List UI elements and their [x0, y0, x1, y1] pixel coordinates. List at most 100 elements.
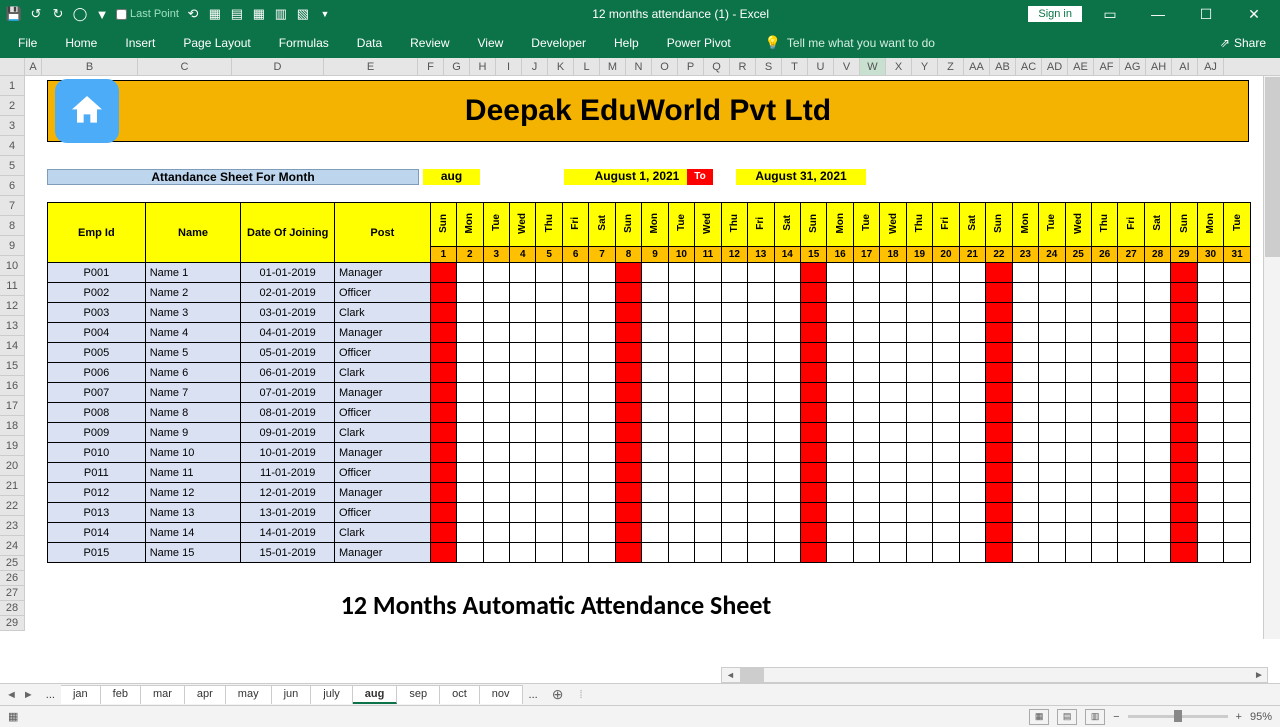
attendance-cell[interactable]: [1065, 423, 1091, 443]
cell-post[interactable]: Clark: [334, 303, 430, 323]
cell-name[interactable]: Name 13: [145, 503, 241, 523]
attendance-cell[interactable]: [1197, 383, 1223, 403]
cell-name[interactable]: Name 9: [145, 423, 241, 443]
attendance-cell[interactable]: [933, 483, 959, 503]
col-header[interactable]: AE: [1068, 58, 1094, 75]
attendance-cell[interactable]: [959, 463, 985, 483]
table-row[interactable]: P014Name 1414-01-2019Clark: [48, 523, 1251, 543]
cell-post[interactable]: Clark: [334, 423, 430, 443]
cell-name[interactable]: Name 6: [145, 363, 241, 383]
attendance-cell[interactable]: [1012, 303, 1038, 323]
attendance-cell[interactable]: [457, 463, 483, 483]
sheet-tab-feb[interactable]: feb: [101, 685, 141, 704]
attendance-cell[interactable]: [933, 523, 959, 543]
attendance-cell[interactable]: [1171, 303, 1197, 323]
attendance-cell[interactable]: [1144, 483, 1170, 503]
attendance-cell[interactable]: [457, 363, 483, 383]
attendance-cell[interactable]: [853, 423, 879, 443]
attendance-cell[interactable]: [589, 483, 615, 503]
attendance-cell[interactable]: [668, 443, 694, 463]
row-header[interactable]: 22: [0, 496, 25, 516]
attendance-cell[interactable]: [827, 543, 853, 563]
attendance-cell[interactable]: [827, 383, 853, 403]
attendance-cell[interactable]: [1065, 503, 1091, 523]
cell-id[interactable]: P004: [48, 323, 146, 343]
cell-doj[interactable]: 04-01-2019: [241, 323, 335, 343]
attendance-cell[interactable]: [1065, 463, 1091, 483]
attendance-cell[interactable]: [1171, 423, 1197, 443]
maximize-icon[interactable]: ☐: [1186, 0, 1226, 28]
qa-icon-6[interactable]: ▧: [295, 6, 311, 22]
attendance-cell[interactable]: [959, 423, 985, 443]
row-header[interactable]: 10: [0, 256, 25, 276]
col-header[interactable]: AG: [1120, 58, 1146, 75]
attendance-cell[interactable]: [959, 543, 985, 563]
home-icon[interactable]: [55, 79, 119, 143]
attendance-cell[interactable]: [642, 383, 668, 403]
attendance-cell[interactable]: [986, 523, 1012, 543]
attendance-cell[interactable]: [1224, 383, 1251, 403]
attendance-cell[interactable]: [483, 463, 509, 483]
attendance-cell[interactable]: [721, 443, 747, 463]
attendance-cell[interactable]: [615, 523, 641, 543]
attendance-cell[interactable]: [1039, 363, 1065, 383]
attendance-cell[interactable]: [880, 363, 906, 383]
normal-view-icon[interactable]: ▦: [1029, 709, 1049, 725]
attendance-cell[interactable]: [774, 263, 800, 283]
attendance-cell[interactable]: [430, 283, 456, 303]
attendance-cell[interactable]: [430, 343, 456, 363]
cell-post[interactable]: Manager: [334, 543, 430, 563]
col-header[interactable]: L: [574, 58, 600, 75]
row-header[interactable]: 21: [0, 476, 25, 496]
attendance-cell[interactable]: [562, 463, 588, 483]
sheet-tab-aug[interactable]: aug: [353, 685, 398, 704]
attendance-cell[interactable]: [1012, 543, 1038, 563]
attendance-cell[interactable]: [615, 443, 641, 463]
attendance-cell[interactable]: [1039, 303, 1065, 323]
col-header[interactable]: I: [496, 58, 522, 75]
attendance-cell[interactable]: [668, 463, 694, 483]
attendance-cell[interactable]: [906, 443, 932, 463]
attendance-cell[interactable]: [774, 283, 800, 303]
row-header[interactable]: 15: [0, 356, 25, 376]
attendance-cell[interactable]: [1118, 523, 1144, 543]
attendance-cell[interactable]: [536, 523, 562, 543]
sheet-tab-jun[interactable]: jun: [272, 685, 312, 704]
attendance-cell[interactable]: [1091, 283, 1117, 303]
attendance-cell[interactable]: [933, 463, 959, 483]
attendance-cell[interactable]: [589, 363, 615, 383]
attendance-cell[interactable]: [1224, 343, 1251, 363]
cell-id[interactable]: P015: [48, 543, 146, 563]
attendance-cell[interactable]: [1118, 463, 1144, 483]
attendance-cell[interactable]: [748, 403, 774, 423]
attendance-cell[interactable]: [800, 523, 826, 543]
attendance-cell[interactable]: [430, 523, 456, 543]
tell-me-search[interactable]: 💡Tell me what you want to do: [745, 35, 1210, 51]
attendance-cell[interactable]: [880, 383, 906, 403]
attendance-cell[interactable]: [853, 503, 879, 523]
attendance-cell[interactable]: [1197, 303, 1223, 323]
attendance-cell[interactable]: [457, 263, 483, 283]
row-header[interactable]: 19: [0, 436, 25, 456]
attendance-cell[interactable]: [774, 403, 800, 423]
attendance-cell[interactable]: [483, 423, 509, 443]
ribbon-tab-review[interactable]: Review: [396, 28, 463, 58]
attendance-cell[interactable]: [457, 503, 483, 523]
attendance-cell[interactable]: [510, 323, 536, 343]
table-row[interactable]: P008Name 808-01-2019Officer: [48, 403, 1251, 423]
attendance-cell[interactable]: [1012, 383, 1038, 403]
attendance-cell[interactable]: [1012, 343, 1038, 363]
attendance-cell[interactable]: [748, 343, 774, 363]
attendance-cell[interactable]: [906, 343, 932, 363]
cell-doj[interactable]: 12-01-2019: [241, 483, 335, 503]
attendance-cell[interactable]: [800, 463, 826, 483]
attendance-cell[interactable]: [800, 483, 826, 503]
attendance-cell[interactable]: [800, 503, 826, 523]
attendance-cell[interactable]: [880, 463, 906, 483]
attendance-cell[interactable]: [853, 323, 879, 343]
attendance-cell[interactable]: [668, 543, 694, 563]
attendance-cell[interactable]: [827, 403, 853, 423]
attendance-cell[interactable]: [1224, 323, 1251, 343]
cell-post[interactable]: Officer: [334, 343, 430, 363]
col-header[interactable]: D: [232, 58, 324, 75]
